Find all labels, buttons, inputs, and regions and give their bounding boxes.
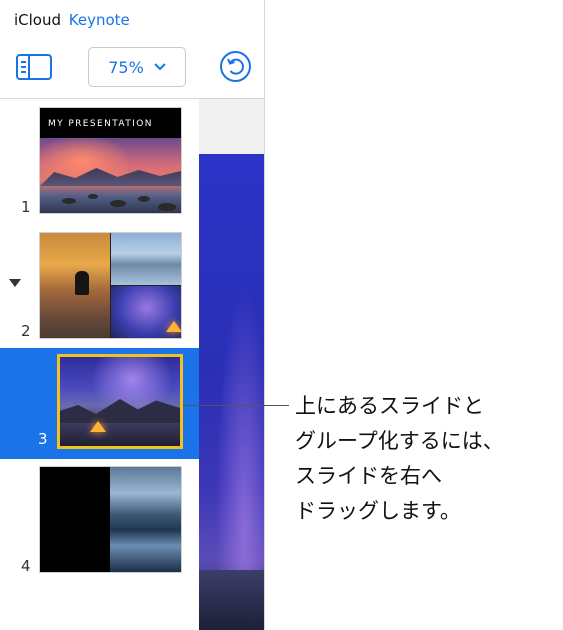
callout-text: 上にあるスライドと グループ化するには、 スライドを右へ ドラッグします。 (295, 389, 504, 529)
callout-line-2: グループ化するには、 (295, 429, 504, 453)
slide-canvas[interactable] (199, 99, 264, 630)
slide-number-1: 1 (21, 198, 31, 216)
zoom-dropdown[interactable]: 75% (88, 47, 186, 87)
slide-number-4: 4 (21, 557, 31, 575)
tent-icon (90, 421, 106, 432)
zoom-value: 75% (108, 57, 144, 77)
slide-thumbnail-2[interactable] (39, 232, 182, 339)
slide-number-3: 3 (38, 430, 48, 448)
collapse-triangle-icon[interactable] (9, 279, 21, 287)
callout-line-4: ドラッグします。 (295, 499, 461, 523)
black-panel (40, 467, 110, 572)
sidebar-icon-line (21, 71, 26, 73)
brand-icloud: iCloud (14, 11, 62, 29)
callout-line-3: スライドを右へ (295, 464, 442, 488)
rock-shape (110, 200, 126, 207)
slide-title-text: MY PRESENTATION (40, 108, 181, 138)
slide-navigator-panel: iCloud Keynote 75% MY PRESENTATION 1 2 3… (0, 0, 265, 630)
sidebar-icon (28, 56, 30, 78)
mountain-lake-image (110, 467, 181, 572)
slide-number-2: 2 (21, 322, 31, 340)
canvas-slide-ground (199, 570, 264, 630)
person-silhouette (75, 271, 89, 295)
app-brand: iCloud Keynote (14, 11, 130, 29)
mountain-lake-image (111, 233, 181, 285)
slide-thumbnail-3[interactable] (57, 354, 183, 449)
brand-keynote: Keynote (68, 11, 130, 29)
tent-icon (166, 321, 181, 332)
sidebar-icon-line (21, 61, 26, 63)
callout-line-1: 上にあるスライドと (295, 394, 484, 418)
rock-shape (158, 203, 176, 211)
slide-thumbnail-4[interactable] (39, 466, 182, 573)
slide-thumbnail-1[interactable]: MY PRESENTATION (39, 107, 182, 214)
sidebar-icon-line (21, 66, 26, 68)
callout-line (183, 405, 289, 406)
chevron-down-icon (154, 63, 166, 71)
rock-shape (62, 198, 76, 204)
canvas-slide-image (199, 154, 264, 630)
restore-icon[interactable] (219, 50, 252, 83)
rock-shape (88, 194, 98, 199)
toggle-sidebar-button[interactable] (16, 54, 52, 80)
rock-shape (138, 196, 150, 202)
